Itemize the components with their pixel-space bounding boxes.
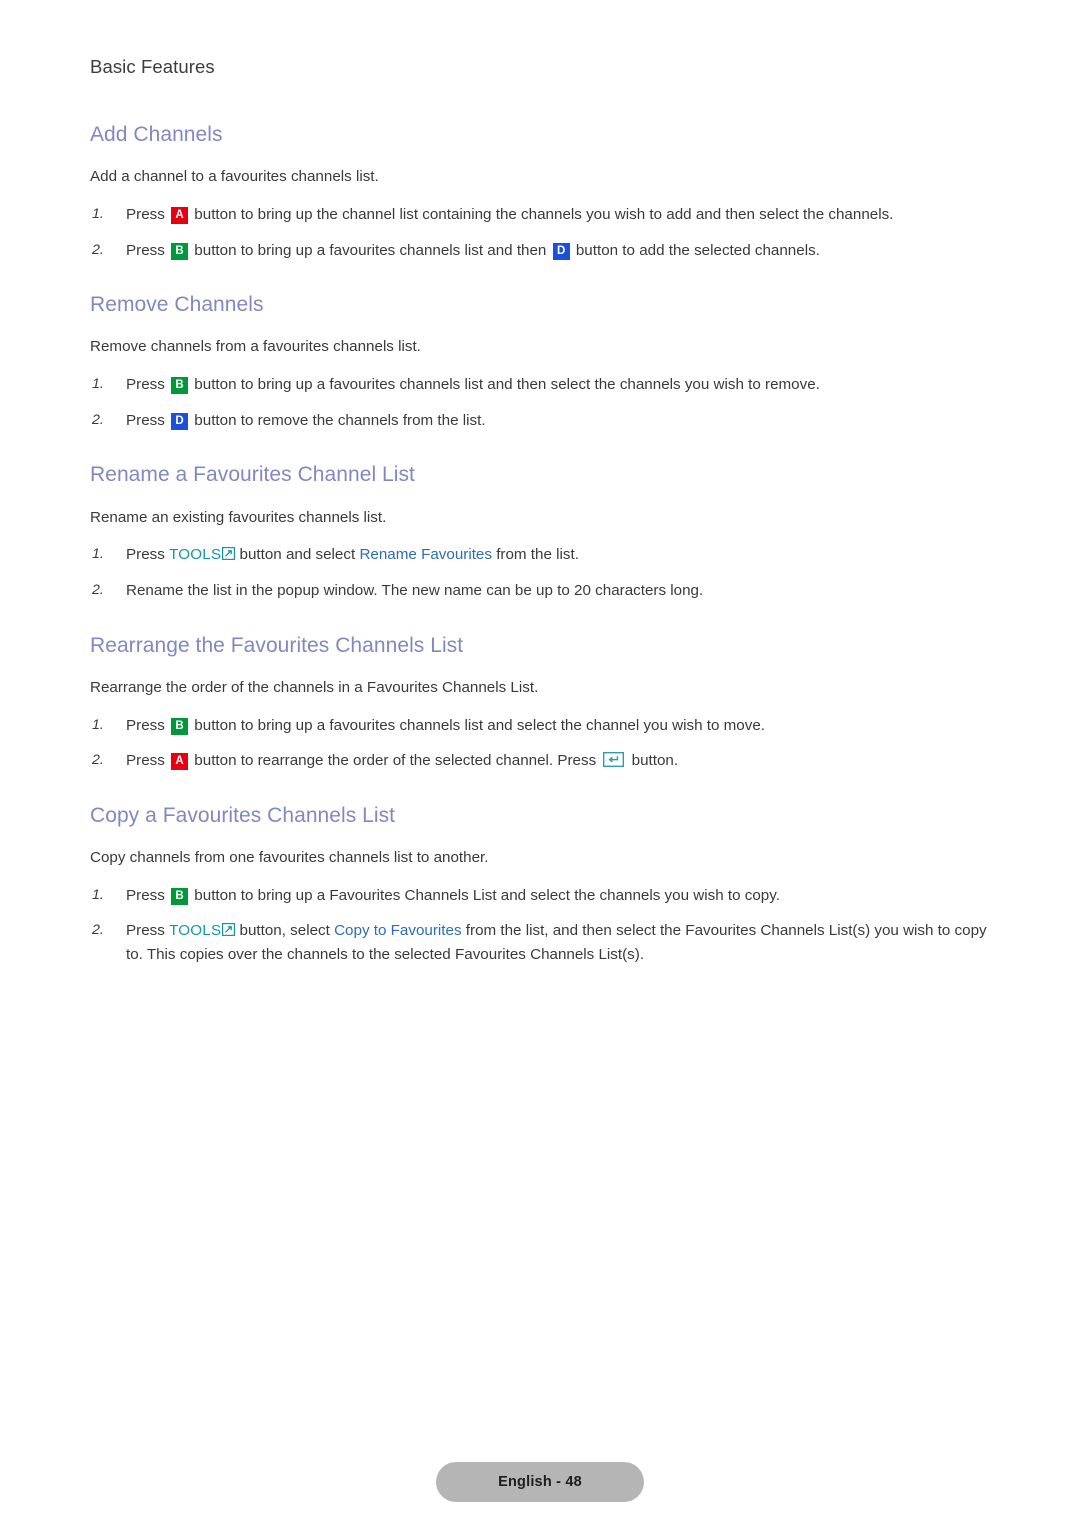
section-heading: Rename a Favourites Channel List bbox=[90, 463, 415, 487]
step-item: Press B button to bring up a favourites … bbox=[90, 373, 990, 397]
step-text: button to bring up a favourites channels… bbox=[194, 376, 820, 394]
step-text: button to bring up a favourites channels… bbox=[194, 241, 547, 259]
step-text: button, select bbox=[239, 922, 330, 940]
enter-key-icon bbox=[603, 752, 625, 768]
document-page: Basic Features Add Channels Add a channe… bbox=[0, 0, 1080, 1534]
step-list: Press B button to bring up a Favourites … bbox=[90, 884, 990, 967]
section-lead: Rearrange the order of the channels in a… bbox=[90, 678, 539, 696]
step-item: Press B button to bring up a favourites … bbox=[90, 714, 990, 738]
step-text: Rename the list in the popup window. The… bbox=[126, 581, 704, 599]
tools-label: TOOLS bbox=[169, 546, 222, 564]
step-text: button to rearrange the order of the sel… bbox=[194, 752, 597, 770]
step-item: Rename the list in the popup window. The… bbox=[90, 579, 990, 603]
page-footer: English - 48 bbox=[0, 1462, 1080, 1502]
tools-button-token: TOOLS bbox=[169, 922, 236, 940]
section-remove-channels: Remove Channels Remove channels from a f… bbox=[90, 292, 990, 432]
section-rearrange-favourites-channels-list: Rearrange the Favourites Channels List R… bbox=[90, 633, 990, 773]
key-b-icon: B bbox=[171, 377, 189, 395]
step-text: Press bbox=[126, 241, 165, 259]
section-heading: Add Channels bbox=[90, 123, 223, 146]
step-item: Press B button to bring up a favourites … bbox=[90, 239, 990, 263]
section-heading: Copy a Favourites Channels List bbox=[90, 803, 396, 827]
step-text: Press bbox=[126, 922, 165, 940]
step-text: button to bring up a favourites channels… bbox=[194, 716, 766, 734]
key-b-icon: B bbox=[171, 242, 189, 260]
step-list: Press TOOLS button and select Rename Fav… bbox=[90, 543, 990, 602]
key-b-icon: B bbox=[171, 717, 189, 735]
step-text: Press bbox=[126, 376, 165, 394]
step-text: Press bbox=[126, 546, 165, 564]
key-a-icon: A bbox=[171, 207, 189, 225]
step-item: Press B button to bring up a Favourites … bbox=[90, 884, 990, 908]
key-b-icon: B bbox=[171, 887, 189, 905]
step-item: Press TOOLS button and select Rename Fav… bbox=[90, 543, 990, 567]
step-text: button to add the selected channels. bbox=[575, 241, 820, 259]
section-lead: Rename an existing favourites channels l… bbox=[90, 508, 387, 526]
tools-label: TOOLS bbox=[169, 922, 222, 940]
step-text: button. bbox=[631, 752, 679, 770]
tools-arrow-icon bbox=[222, 547, 236, 561]
key-d-icon: D bbox=[552, 242, 570, 260]
step-item: Press A button to bring up the channel l… bbox=[90, 203, 990, 227]
key-a-icon: A bbox=[171, 753, 189, 771]
step-text: button to bring up the channel list cont… bbox=[194, 206, 894, 224]
tools-arrow-icon bbox=[222, 923, 236, 937]
step-text: button and select bbox=[239, 546, 356, 564]
section-add-channels: Add Channels Add a channel to a favourit… bbox=[90, 122, 990, 262]
running-head: Basic Features bbox=[90, 56, 215, 77]
section-lead: Remove channels from a favourites channe… bbox=[90, 338, 421, 356]
step-text: Press bbox=[126, 716, 165, 734]
section-lead: Add a channel to a favourites channels l… bbox=[90, 168, 379, 186]
step-item: Press A button to rearrange the order of… bbox=[90, 749, 990, 773]
step-text: from the list. bbox=[496, 546, 579, 564]
step-list: Press A button to bring up the channel l… bbox=[90, 203, 990, 262]
section-heading: Rearrange the Favourites Channels List bbox=[90, 633, 464, 657]
key-d-icon: D bbox=[171, 412, 189, 430]
section-rename-favourites-channel-list: Rename a Favourites Channel List Rename … bbox=[90, 462, 990, 602]
step-text: Press bbox=[126, 752, 165, 770]
step-list: Press B button to bring up a favourites … bbox=[90, 714, 990, 773]
section-lead: Copy channels from one favourites channe… bbox=[90, 848, 489, 866]
step-text: button to remove the channels from the l… bbox=[194, 411, 486, 429]
step-text: Press bbox=[126, 411, 165, 429]
menu-reference: Rename Favourites bbox=[359, 546, 492, 564]
section-heading: Remove Channels bbox=[90, 293, 264, 317]
step-item: Press TOOLS button, select Copy to Favou… bbox=[90, 919, 990, 966]
step-text: Press bbox=[126, 886, 165, 904]
step-text: button to bring up a Favourites Channels… bbox=[194, 886, 780, 904]
menu-reference: Copy to Favourites bbox=[334, 922, 462, 940]
section-copy-favourites-channels-list: Copy a Favourites Channels List Copy cha… bbox=[90, 803, 990, 967]
step-item: Press D button to remove the channels fr… bbox=[90, 409, 990, 433]
page-number-badge: English - 48 bbox=[436, 1462, 644, 1502]
step-list: Press B button to bring up a favourites … bbox=[90, 373, 990, 432]
step-text: Press bbox=[126, 206, 165, 224]
tools-button-token: TOOLS bbox=[169, 546, 236, 564]
